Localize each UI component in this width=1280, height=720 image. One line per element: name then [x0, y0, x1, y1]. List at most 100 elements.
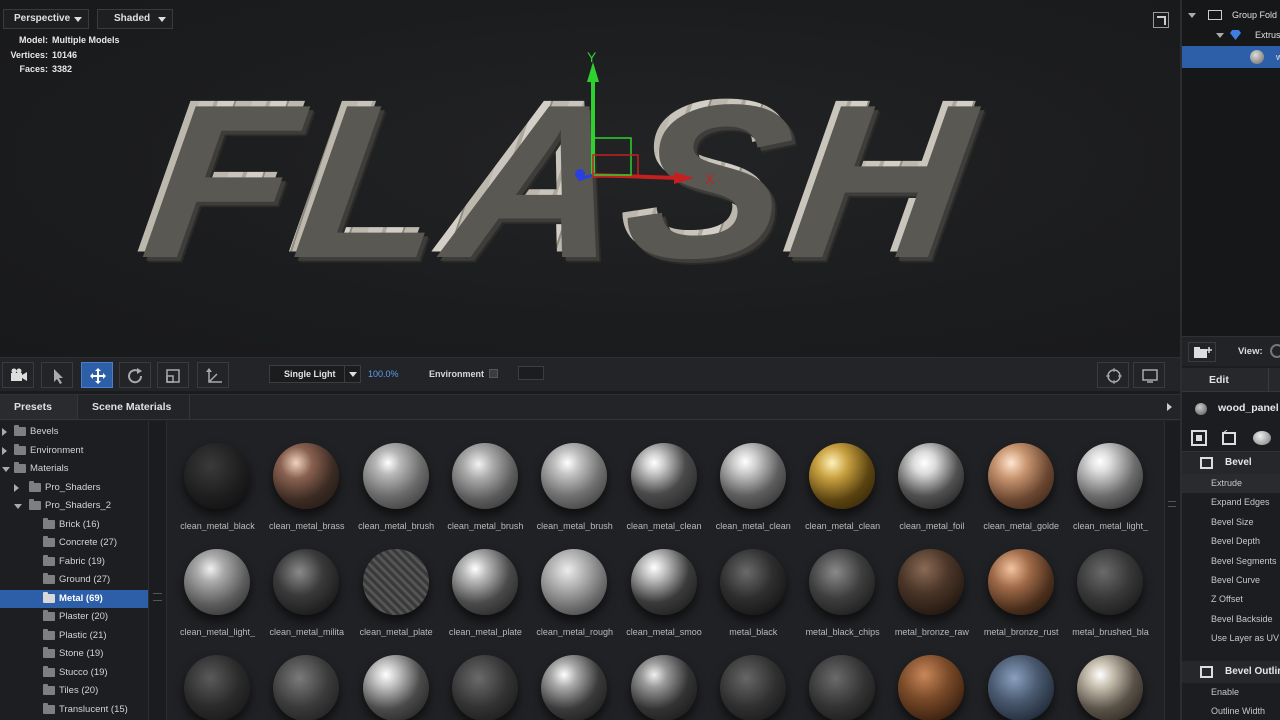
tree-item[interactable]: Fabric (19) [0, 553, 148, 571]
material-thumbnail[interactable]: clean_metal_brush [441, 423, 530, 531]
chevron-down-icon[interactable] [2, 467, 10, 472]
material-thumbnail[interactable]: clean_metal_light_ [173, 529, 262, 637]
move-tool-button[interactable] [81, 362, 113, 388]
material-thumbnail[interactable]: clean_metal_foil [887, 423, 976, 531]
tab-presets[interactable]: Presets [0, 395, 78, 419]
tree-item[interactable]: Stucco (19) [0, 664, 148, 682]
section-header[interactable]: Bevel [1182, 452, 1280, 474]
chevron-right-icon[interactable] [2, 446, 7, 455]
property-row[interactable]: Outline Width [1182, 702, 1280, 720]
property-row[interactable]: Expand Edges [1182, 493, 1280, 512]
material-thumbnail[interactable]: clean_metal_brass [262, 423, 351, 531]
splitter-grip-icon[interactable] [153, 593, 162, 601]
property-row[interactable]: Enable [1182, 683, 1280, 702]
axis-tool-button[interactable] [197, 362, 229, 388]
material-thumbnail[interactable]: clean_metal_brush [352, 423, 441, 531]
material-thumbnail[interactable] [173, 635, 262, 720]
tab-scene-materials[interactable]: Scene Materials [78, 395, 190, 419]
splitter-grip-icon[interactable] [1168, 501, 1176, 507]
tree-item[interactable]: Bevels [0, 423, 148, 441]
camera-mode-dropdown[interactable]: Perspective [3, 9, 89, 29]
tree-item[interactable]: Plaster (20) [0, 608, 148, 626]
tree-item[interactable]: Metal (69) [0, 589, 148, 608]
tree-scrollbar[interactable] [148, 421, 167, 720]
tree-item[interactable]: Pro_Shaders [0, 479, 148, 497]
add-folder-button[interactable] [1188, 342, 1216, 362]
material-thumbnail[interactable]: clean_metal_plate [352, 529, 441, 637]
material-thumbnail[interactable] [709, 635, 798, 720]
material-thumbnail[interactable]: clean_metal_clean [798, 423, 887, 531]
material-thumbnail[interactable]: metal_brushed_bla [1066, 529, 1155, 637]
material-thumbnail[interactable]: metal_black_chips [798, 529, 887, 637]
property-row[interactable]: Bevel Segments [1182, 552, 1280, 571]
property-row[interactable]: Bevel Backside [1182, 610, 1280, 629]
material-thumbnail[interactable]: clean_metal_smoo [620, 529, 709, 637]
material-thumbnail[interactable]: metal_black [709, 529, 798, 637]
tree-item[interactable]: Tiles (20) [0, 682, 148, 700]
scene-item-material[interactable]: w [1182, 46, 1280, 68]
panel-expand-icon[interactable] [1167, 403, 1172, 411]
material-thumbnail[interactable]: clean_metal_brush [530, 423, 619, 531]
material-thumbnail[interactable]: clean_metal_light_ [1066, 423, 1155, 531]
material-thumbnail[interactable]: clean_metal_rough [530, 529, 619, 637]
tree-item[interactable]: Brick (16) [0, 516, 148, 534]
tree-item[interactable]: Ground (27) [0, 571, 148, 589]
sphere-preview-icon[interactable] [1253, 431, 1271, 445]
scale-tool-button[interactable] [157, 362, 189, 388]
select-tool-button[interactable] [41, 362, 73, 388]
material-thumbnail[interactable] [1066, 635, 1155, 720]
3d-viewport[interactable]: Perspective Shaded Model: Multiple Models… [0, 0, 1180, 357]
property-row[interactable]: Bevel Curve [1182, 571, 1280, 590]
tree-item[interactable]: Environment [0, 442, 148, 460]
screen-button[interactable] [1133, 362, 1165, 388]
transform-gizmo[interactable]: Y X [560, 40, 730, 200]
property-row[interactable]: Bevel Size [1182, 513, 1280, 532]
bevel-mode-icon[interactable] [1191, 430, 1209, 446]
material-thumbnail[interactable] [530, 635, 619, 720]
camera-tool-button[interactable] [2, 362, 34, 388]
scene-item-group-folder[interactable]: Group Fold [1182, 4, 1280, 26]
extrude-mode-icon[interactable] [1221, 430, 1239, 446]
material-thumbnail[interactable] [262, 635, 351, 720]
material-thumbnail[interactable]: clean_metal_golde [977, 423, 1066, 531]
chevron-down-icon[interactable] [14, 504, 22, 509]
material-thumbnail[interactable]: clean_metal_clean [620, 423, 709, 531]
light-mode-dropdown[interactable]: Single Light [269, 365, 361, 383]
light-intensity-value[interactable]: 100.0% [368, 369, 399, 379]
scene-item-extrusion[interactable]: Extrus [1182, 24, 1280, 46]
material-thumbnail[interactable]: metal_bronze_raw [887, 529, 976, 637]
chevron-right-icon[interactable] [14, 483, 19, 492]
property-row[interactable]: Use Layer as UV [1182, 629, 1280, 648]
target-button[interactable] [1097, 362, 1129, 388]
tree-item[interactable]: Translucent (15) [0, 701, 148, 719]
rotate-tool-button[interactable] [119, 362, 151, 388]
material-thumbnail[interactable] [977, 635, 1066, 720]
property-row[interactable]: Bevel Depth [1182, 532, 1280, 551]
material-thumbnail[interactable] [798, 635, 887, 720]
view-toggle[interactable] [1270, 344, 1280, 358]
maximize-viewport-button[interactable] [1153, 12, 1169, 28]
grid-scrollbar[interactable] [1164, 421, 1180, 720]
material-thumbnail[interactable] [620, 635, 709, 720]
tree-item[interactable]: Materials [0, 460, 148, 478]
tab-edit[interactable]: Edit [1182, 368, 1280, 392]
material-thumbnail[interactable]: clean_metal_plate [441, 529, 530, 637]
property-row[interactable]: Extrude [1182, 474, 1280, 493]
material-thumbnail[interactable] [441, 635, 530, 720]
environment-checkbox[interactable] [489, 369, 498, 378]
tree-item[interactable]: Stone (19) [0, 645, 148, 663]
tree-item[interactable]: Pro_Shaders_2 [0, 497, 148, 515]
material-thumbnail[interactable]: metal_bronze_rust [977, 529, 1066, 637]
material-thumbnail[interactable] [887, 635, 976, 720]
property-row[interactable]: Z Offset [1182, 590, 1280, 609]
chevron-right-icon[interactable] [2, 428, 7, 436]
material-thumbnail[interactable]: clean_metal_black [173, 423, 262, 531]
shading-mode-dropdown[interactable]: Shaded [97, 9, 173, 29]
material-thumbnail[interactable]: clean_metal_clean [709, 423, 798, 531]
material-thumbnail[interactable] [352, 635, 441, 720]
tree-item[interactable]: Plastic (21) [0, 627, 148, 645]
tree-item[interactable]: Concrete (27) [0, 534, 148, 552]
material-thumbnail[interactable]: clean_metal_milita [262, 529, 351, 637]
environment-swatch[interactable] [518, 366, 544, 380]
section-header[interactable]: Bevel Outline [1182, 660, 1280, 683]
